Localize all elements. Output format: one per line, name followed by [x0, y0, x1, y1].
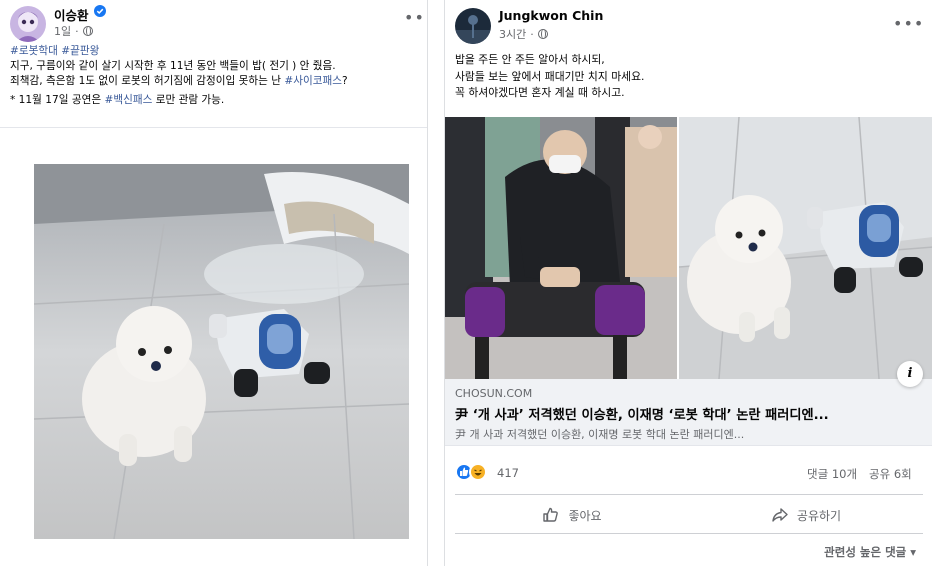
author-avatar[interactable]	[455, 8, 491, 44]
hashtag-link[interactable]: #사이코패스	[284, 75, 342, 87]
link-description: 尹 개 사과 저격했던 이승환, 이재명 로봇 학대 논란 패러디엔...	[455, 428, 745, 441]
divider	[0, 127, 427, 128]
post-line: 꼭 하셔야겠다면 혼자 계실 때 하시고.	[455, 86, 625, 99]
feed-gap	[428, 0, 444, 566]
post-line: 지구, 구름이와 같이 살기 시작한 후 11년 동안 백들이 밥( 전기 ) …	[10, 60, 336, 72]
thumbs-up-icon	[543, 507, 559, 522]
post-time[interactable]: 1일	[54, 23, 71, 39]
post-line: * 11월 17일 공연은 #백신패스 로만 관람 가능.	[10, 94, 225, 106]
link-preview[interactable]: i CHOSUN.COM 尹 ‘개 사과’ 저격했던 이승환, 이재명 ‘로봇 …	[445, 361, 932, 446]
left-post-header: 이승환 1일 · •••	[0, 0, 427, 46]
post-photo[interactable]	[34, 164, 409, 539]
verified-badge-icon	[94, 5, 106, 17]
globe-icon	[537, 29, 548, 39]
comment-sort-dropdown[interactable]: 관련성 높은 댓글 ▾	[824, 544, 916, 560]
left-post: 이승환 1일 · ••• #로봇학대 #끝판왕 지구, 구름이와 같이 살기 시…	[0, 0, 428, 566]
post-time[interactable]: 3시간	[499, 26, 526, 42]
haha-reaction-icon[interactable]	[469, 463, 487, 481]
comment-count[interactable]: 댓글 10개	[807, 466, 857, 482]
share-arrow-icon	[772, 508, 788, 522]
hashtag-line[interactable]: #로봇학대 #끝판왕	[10, 45, 99, 57]
link-title[interactable]: 尹 ‘개 사과’ 저격했던 이승환, 이재명 ‘로봇 학대’ 논란 패러디엔..…	[455, 404, 829, 423]
post-photo[interactable]	[679, 117, 932, 379]
author-name[interactable]: 이승환	[54, 5, 89, 24]
author-name[interactable]: Jungkwon Chin	[499, 8, 603, 23]
post-meta: 3시간 ·	[499, 26, 548, 42]
post-line: 밥을 주든 안 주든 알아서 하시되,	[455, 53, 605, 66]
right-post: Jungkwon Chin 3시간 · ••• 밥을 주든 안 주든 알아서 하…	[444, 0, 932, 566]
like-label: 좋아요	[568, 508, 602, 523]
post-photo[interactable]	[445, 117, 677, 379]
hashtag-link[interactable]: #백신패스	[104, 94, 152, 106]
reaction-stats: 417 댓글 10개 공유 6회	[445, 456, 932, 488]
like-button[interactable]: 좋아요	[455, 495, 689, 535]
post-line: 죄책감, 측은함 1도 없이 로봇의 허기짐에 감정이입 못하는 난 #사이코패…	[10, 75, 348, 87]
post-meta: 1일 ·	[54, 23, 93, 39]
share-count[interactable]: 공유 6회	[869, 466, 912, 482]
share-label: 공유하기	[796, 508, 842, 523]
link-domain: CHOSUN.COM	[455, 387, 533, 400]
post-actions: 좋아요 공유하기	[455, 494, 923, 534]
post-text: #로봇학대 #끝판왕 지구, 구름이와 같이 살기 시작한 후 11년 동안 백…	[10, 44, 348, 108]
more-icon[interactable]: •••	[893, 14, 924, 33]
more-icon[interactable]: •••	[404, 8, 427, 27]
right-post-header: Jungkwon Chin 3시간 · •••	[445, 0, 932, 46]
post-text: 밥을 주든 안 주든 알아서 하시되, 사람들 보는 앞에서 패대기만 치지 마…	[455, 52, 644, 102]
reaction-count[interactable]: 417	[497, 466, 519, 480]
post-line: 사람들 보는 앞에서 패대기만 치지 마세요.	[455, 69, 645, 83]
globe-icon	[82, 26, 93, 36]
info-icon[interactable]: i	[897, 361, 923, 387]
share-button[interactable]: 공유하기	[689, 495, 923, 535]
author-avatar[interactable]	[10, 6, 46, 42]
